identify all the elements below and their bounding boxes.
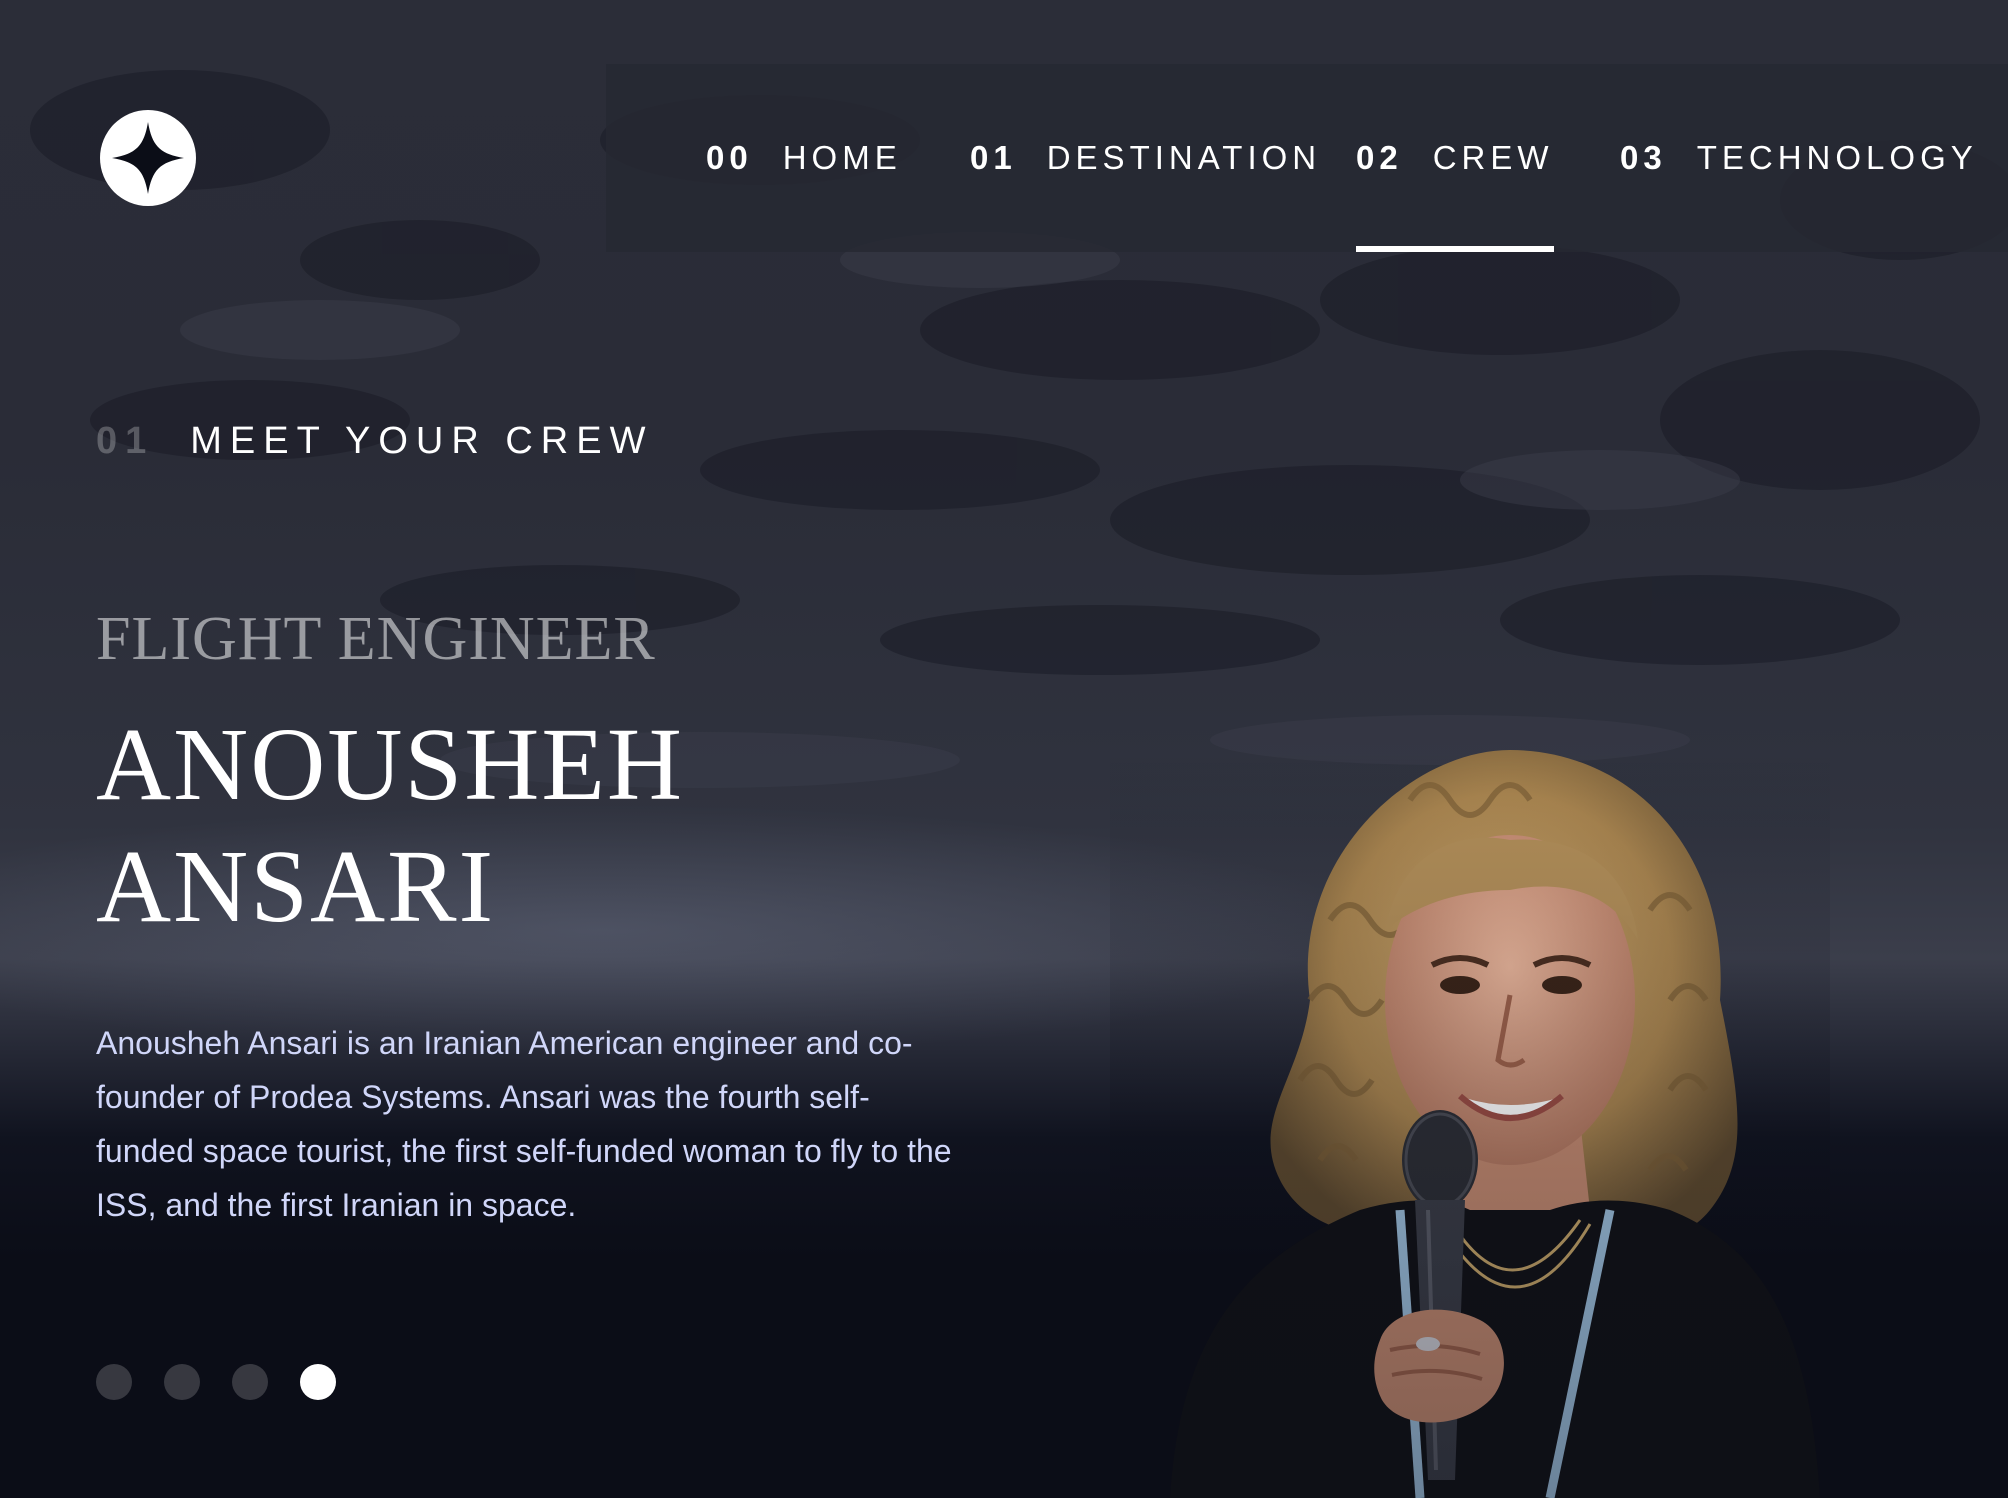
logo-icon[interactable] xyxy=(100,110,196,206)
crew-page: 00 HOME 01 DESTINATION 02 CREW 03 TECHNO… xyxy=(0,0,2008,1498)
main-navigation: 00 HOME 01 DESTINATION 02 CREW 03 TECHNO… xyxy=(606,64,2008,252)
crew-name-line: ANOUSHEH xyxy=(96,707,684,822)
crew-portrait xyxy=(1110,740,1830,1498)
crew-name-line: ANSARI xyxy=(96,829,496,944)
crew-bio-line: Anousheh Ansari is an Iranian American e… xyxy=(96,1025,913,1061)
carousel-dot[interactable] xyxy=(96,1364,132,1400)
nav-item-label: CREW xyxy=(1432,139,1554,176)
crew-bio-line: founder of Prodea Systems. Ansari was th… xyxy=(96,1079,870,1115)
page-heading-number: 01 xyxy=(96,420,155,462)
nav-item-home[interactable]: 00 HOME xyxy=(706,64,902,252)
nav-item-crew[interactable]: 02 CREW xyxy=(1356,64,1554,252)
nav-item-label: TECHNOLOGY xyxy=(1696,139,1978,176)
page-heading: 01 MEET YOUR CREW xyxy=(96,420,653,463)
nav-item-number: 01 xyxy=(970,139,1017,176)
crew-carousel-dots xyxy=(96,1364,336,1400)
carousel-dot[interactable] xyxy=(300,1364,336,1400)
crew-name: ANOUSHEH ANSARI xyxy=(96,704,996,948)
nav-item-destination[interactable]: 01 DESTINATION xyxy=(970,64,1321,252)
nav-item-number: 00 xyxy=(706,139,753,176)
nav-item-label: HOME xyxy=(782,139,902,176)
nav-item-technology[interactable]: 03 TECHNOLOGY xyxy=(1620,64,1978,252)
nav-item-number: 02 xyxy=(1356,139,1403,176)
nav-item-label: DESTINATION xyxy=(1046,139,1322,176)
carousel-dot[interactable] xyxy=(164,1364,200,1400)
crew-bio: Anousheh Ansari is an Iranian American e… xyxy=(96,1016,1056,1232)
crew-bio-line: ISS, and the first Iranian in space. xyxy=(96,1187,577,1223)
page-heading-text: MEET YOUR CREW xyxy=(190,420,654,462)
crew-role: FLIGHT ENGINEER xyxy=(96,605,656,673)
crew-bio-line: funded space tourist, the first self-fun… xyxy=(96,1133,952,1169)
carousel-dot[interactable] xyxy=(232,1364,268,1400)
nav-item-number: 03 xyxy=(1620,139,1667,176)
